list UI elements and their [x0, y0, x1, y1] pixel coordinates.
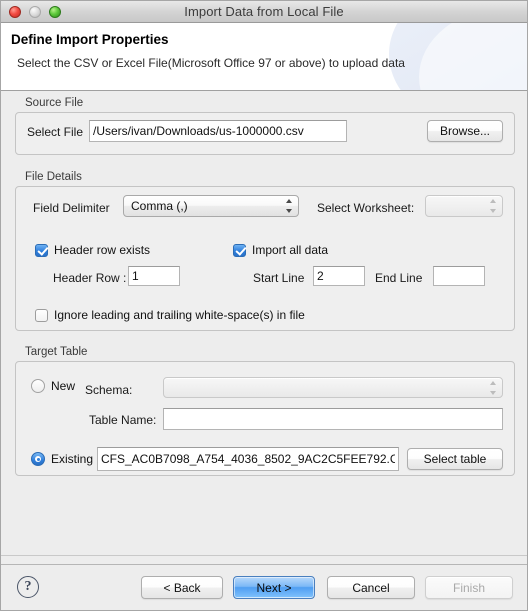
import-all-data-checkbox[interactable]: Import all data — [233, 243, 328, 257]
end-line-label: End Line — [375, 271, 423, 285]
header-row-label: Header Row : — [53, 271, 127, 285]
field-delimiter-stepper-icon — [285, 199, 292, 213]
cancel-button[interactable]: Cancel — [327, 576, 415, 599]
select-worksheet-select[interactable] — [425, 195, 503, 217]
import-all-data-label: Import all data — [252, 243, 329, 257]
footer-divider — [1, 555, 527, 556]
ignore-whitespace-label: Ignore leading and trailing white-space(… — [54, 308, 305, 322]
existing-table-label: Existing — [51, 452, 94, 466]
checkbox-checked-icon — [233, 243, 246, 257]
table-name-label: Table Name: — [89, 413, 157, 427]
header-row-exists-label: Header row exists — [54, 243, 151, 257]
header-row-exists-checkbox[interactable]: Header row exists — [35, 243, 150, 257]
minimize-button[interactable] — [29, 5, 41, 18]
help-icon[interactable]: ? — [17, 576, 39, 598]
back-button[interactable]: < Back — [141, 576, 223, 599]
new-table-radio[interactable]: New — [31, 379, 75, 393]
dialog-header: Define Import Properties Select the CSV … — [1, 23, 527, 91]
browse-button[interactable]: Browse... — [427, 120, 503, 142]
window-controls — [9, 5, 61, 18]
field-delimiter-value: Comma (,) — [131, 199, 188, 213]
source-file-group: Source File Select File Browse... — [15, 97, 515, 155]
zoom-button[interactable] — [49, 5, 61, 18]
radio-unselected-icon — [31, 379, 45, 393]
dialog-body: Source File Select File Browse... File D… — [1, 91, 527, 537]
title-bar: Import Data from Local File — [1, 1, 527, 23]
schema-label: Schema: — [85, 383, 133, 397]
target-table-group-label: Target Table — [25, 346, 88, 358]
select-table-button[interactable]: Select table — [407, 448, 503, 470]
field-delimiter-select[interactable]: Comma (,) — [123, 195, 299, 217]
next-button[interactable]: Next > — [233, 576, 315, 599]
schema-stepper-icon — [489, 380, 496, 395]
header-row-input[interactable] — [128, 266, 180, 286]
field-delimiter-label: Field Delimiter — [33, 201, 110, 215]
select-file-label: Select File — [27, 125, 84, 139]
page-title: Define Import Properties — [11, 32, 169, 47]
source-file-group-label: Source File — [25, 97, 84, 109]
close-button[interactable] — [9, 5, 21, 18]
file-details-group-label: File Details — [25, 171, 82, 183]
select-worksheet-stepper-icon — [489, 199, 496, 213]
page-subtitle: Select the CSV or Excel File(Microsoft O… — [17, 56, 405, 70]
new-table-label: New — [51, 379, 76, 393]
table-name-input[interactable] — [163, 408, 503, 430]
existing-table-radio[interactable]: Existing — [31, 452, 93, 466]
select-worksheet-label: Select Worksheet: — [317, 201, 415, 215]
start-line-label: Start Line — [253, 271, 305, 285]
finish-button: Finish — [425, 576, 513, 599]
ignore-whitespace-checkbox[interactable]: Ignore leading and trailing white-space(… — [35, 308, 305, 322]
end-line-input[interactable] — [433, 266, 485, 286]
dialog-footer: ? < Back Next > Cancel Finish — [1, 555, 527, 610]
radio-selected-icon — [31, 452, 45, 466]
file-details-group: File Details Field Delimiter Comma (,) S… — [15, 171, 515, 331]
checkbox-checked-icon — [35, 243, 48, 257]
import-data-dialog: Import Data from Local File Define Impor… — [0, 0, 528, 611]
checkbox-unchecked-icon — [35, 308, 48, 322]
file-path-input[interactable] — [89, 120, 347, 142]
start-line-input[interactable] — [313, 266, 365, 286]
target-table-group: Target Table New Schema: Table Name: Exi… — [15, 346, 515, 476]
existing-table-input[interactable] — [97, 447, 399, 471]
schema-select[interactable] — [163, 377, 503, 398]
window-title: Import Data from Local File — [184, 4, 344, 19]
